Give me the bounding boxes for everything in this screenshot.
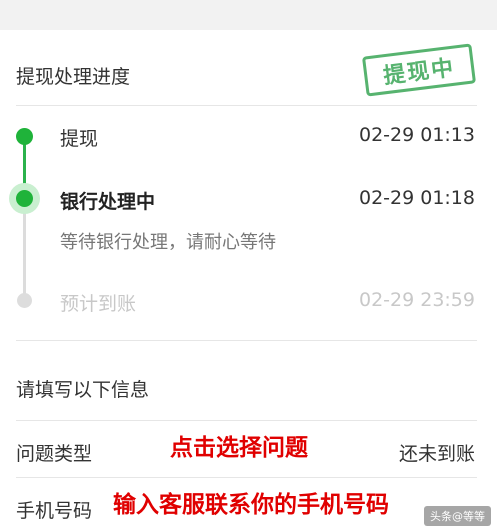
issue-type-label: 问题类型	[16, 443, 93, 465]
watermark: 头条@等等	[424, 506, 491, 526]
form-title: 请填写以下信息	[16, 379, 150, 401]
phone-input[interactable]	[110, 485, 475, 525]
step-pending-dot-icon	[17, 293, 32, 308]
top-bar	[0, 0, 497, 30]
divider	[16, 340, 477, 341]
step-active-dot-icon	[16, 190, 33, 207]
status-stamp: 提现中	[361, 43, 477, 97]
step-bank-label: 银行处理中	[60, 191, 156, 213]
step-withdraw-label: 提现	[60, 128, 99, 150]
timeline-line-pending	[23, 200, 26, 300]
progress-title: 提现处理进度	[16, 66, 131, 88]
divider	[16, 105, 477, 106]
step-arrival-time: 02-29 23:59	[358, 289, 475, 311]
step-withdraw-time: 02-29 01:13	[358, 124, 475, 146]
issue-hint-annotation: 点击选择问题	[170, 435, 308, 461]
phone-label: 手机号码	[16, 500, 93, 522]
step-bank-time: 02-29 01:18	[358, 187, 475, 209]
step-done-dot-icon	[16, 128, 33, 145]
divider	[16, 477, 477, 478]
issue-type-select[interactable]: 还未到账	[399, 439, 475, 466]
step-arrival-label: 预计到账	[60, 293, 137, 315]
divider	[16, 420, 477, 421]
step-bank-desc: 等待银行处理，请耐心等待	[60, 232, 276, 253]
